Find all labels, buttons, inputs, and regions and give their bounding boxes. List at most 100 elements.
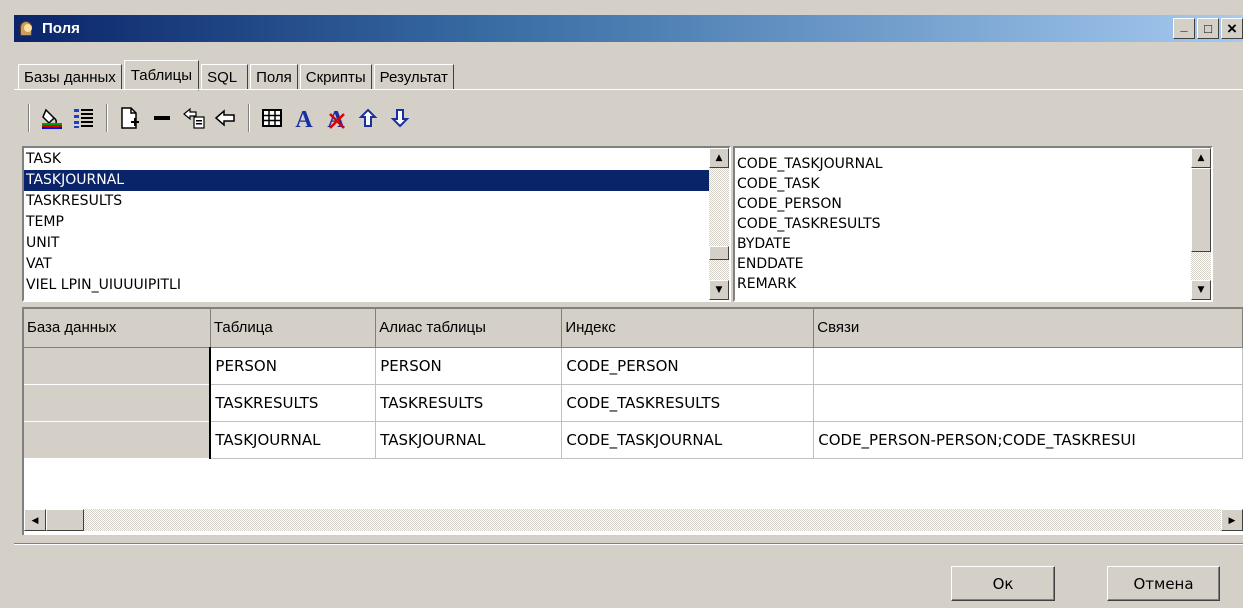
ok-label: Ок bbox=[992, 574, 1014, 593]
minimize-button[interactable]: _ bbox=[1173, 18, 1195, 39]
triangle-up-icon: ▲ bbox=[715, 153, 723, 163]
list-item[interactable]: TEMP bbox=[24, 212, 709, 233]
tab-fields[interactable]: Поля bbox=[250, 64, 298, 90]
table-cell[interactable]: PERSON bbox=[210, 347, 377, 385]
list-item[interactable]: VAT bbox=[24, 254, 709, 275]
move-down-button[interactable] bbox=[384, 102, 416, 134]
links-grid[interactable]: База данных Таблица Алиас таблицы Индекс… bbox=[22, 307, 1243, 535]
row-header-cell[interactable] bbox=[24, 420, 212, 459]
scroll-up-button[interactable]: ▲ bbox=[709, 148, 729, 168]
numbered-list-button[interactable] bbox=[68, 102, 100, 134]
grid-horizontal-scrollbar[interactable]: ◀ ▶ bbox=[24, 509, 1243, 531]
minimize-icon: _ bbox=[1180, 18, 1188, 33]
triangle-right-icon: ▶ bbox=[1228, 514, 1236, 525]
tab-databases[interactable]: Базы данных bbox=[18, 64, 122, 90]
column-header-links[interactable]: Связи bbox=[813, 309, 1243, 348]
table-row[interactable]: TASKRESULTS TASKRESULTS CODE_TASKRESULTS bbox=[24, 383, 1243, 422]
triangle-up-icon: ▲ bbox=[1197, 153, 1205, 163]
table-cell[interactable]: TASKJOURNAL bbox=[375, 421, 563, 459]
maximize-button[interactable]: □ bbox=[1197, 18, 1219, 39]
tab-sql[interactable]: SQL bbox=[201, 64, 249, 90]
tab-divider bbox=[14, 89, 1243, 90]
grid-button[interactable] bbox=[256, 102, 288, 134]
font-icon: A bbox=[295, 107, 313, 130]
paint-bucket-button[interactable] bbox=[36, 102, 68, 134]
button-panel: Ок Отмена bbox=[14, 543, 1243, 608]
tab-scripts[interactable]: Скрипты bbox=[299, 64, 372, 90]
list-item[interactable]: ENDDATE bbox=[735, 254, 1191, 274]
toolbar-separator bbox=[106, 104, 108, 132]
fields-list[interactable]: CODE_TASKJOURNAL CODE_TASK CODE_PERSON C… bbox=[733, 146, 1213, 302]
column-header-index[interactable]: Индекс bbox=[561, 309, 815, 348]
triangle-down-icon: ▼ bbox=[715, 285, 723, 295]
remove-icon bbox=[154, 116, 170, 120]
list-item[interactable]: CODE_TASKRESULTS bbox=[735, 214, 1191, 234]
tab-label: Скрипты bbox=[305, 68, 366, 86]
tab-result[interactable]: Результат bbox=[373, 64, 454, 90]
column-header-table-alias[interactable]: Алиас таблицы bbox=[375, 309, 563, 348]
add-link-button[interactable] bbox=[178, 102, 210, 134]
toolbar-separator bbox=[28, 104, 30, 132]
remove-font-button[interactable]: A bbox=[320, 102, 352, 134]
cancel-button[interactable]: Отмена bbox=[1107, 566, 1220, 601]
remove-button[interactable] bbox=[146, 102, 178, 134]
scroll-left-button[interactable]: ◀ bbox=[24, 509, 46, 531]
list-item[interactable]: CODE_TASK bbox=[735, 174, 1191, 194]
maximize-icon: □ bbox=[1204, 21, 1212, 36]
table-cell[interactable] bbox=[813, 347, 1243, 385]
close-icon: × bbox=[1227, 19, 1237, 38]
tab-tables[interactable]: Таблицы bbox=[123, 60, 200, 91]
move-up-button[interactable] bbox=[352, 102, 384, 134]
title-bar: Поля _ □ × bbox=[14, 15, 1243, 42]
scroll-down-button[interactable]: ▼ bbox=[709, 280, 729, 300]
list-item[interactable]: TASKRESULTS bbox=[24, 191, 709, 212]
table-cell[interactable]: CODE_PERSON-PERSON;CODE_TASKRESUI bbox=[813, 421, 1243, 459]
list-item[interactable]: TASK bbox=[24, 149, 709, 170]
scroll-thumb[interactable] bbox=[46, 509, 84, 531]
table-cell[interactable]: CODE_TASKRESULTS bbox=[561, 384, 815, 422]
scroll-thumb[interactable] bbox=[709, 246, 729, 260]
remove-link-icon bbox=[214, 109, 235, 127]
tables-list-scrollbar[interactable]: ▲ ▼ bbox=[709, 148, 729, 300]
list-item-selected[interactable]: TASKJOURNAL bbox=[24, 170, 709, 191]
list-item[interactable]: REMARK bbox=[735, 274, 1191, 294]
toolbar-separator bbox=[248, 104, 250, 132]
list-item[interactable]: CODE_TASKJOURNAL bbox=[735, 154, 1191, 174]
table-cell[interactable] bbox=[813, 384, 1243, 422]
fields-list-scrollbar[interactable]: ▲ ▼ bbox=[1191, 148, 1211, 300]
scroll-thumb[interactable] bbox=[1191, 168, 1211, 252]
table-cell[interactable]: TASKJOURNAL bbox=[210, 421, 377, 459]
tab-label: Таблицы bbox=[130, 67, 193, 84]
new-document-button[interactable] bbox=[114, 102, 146, 134]
list-item[interactable]: BYDATE bbox=[735, 234, 1191, 254]
app-icon bbox=[18, 20, 36, 38]
table-cell[interactable]: PERSON bbox=[375, 347, 563, 385]
close-button[interactable]: × bbox=[1221, 18, 1243, 39]
new-document-icon bbox=[121, 107, 139, 129]
grid-icon bbox=[262, 109, 282, 127]
table-cell[interactable]: TASKRESULTS bbox=[375, 384, 563, 422]
scroll-up-button[interactable]: ▲ bbox=[1191, 148, 1211, 168]
font-button[interactable]: A bbox=[288, 102, 320, 134]
row-header-cell[interactable] bbox=[24, 383, 212, 422]
scroll-down-button[interactable]: ▼ bbox=[1191, 280, 1211, 300]
window-title: Поля bbox=[42, 20, 80, 37]
table-row[interactable]: TASKJOURNAL TASKJOURNAL CODE_TASKJOURNAL… bbox=[24, 420, 1243, 459]
row-header-cell[interactable] bbox=[24, 346, 212, 385]
list-item[interactable]: CODE_PERSON bbox=[735, 194, 1191, 214]
remove-link-button[interactable] bbox=[210, 102, 242, 134]
tab-strip: Базы данных Таблицы SQL Поля Скрипты Рез… bbox=[18, 57, 456, 91]
table-cell[interactable]: TASKRESULTS bbox=[210, 384, 377, 422]
column-header-database[interactable]: База данных bbox=[24, 309, 211, 348]
table-row[interactable]: PERSON PERSON CODE_PERSON bbox=[24, 346, 1243, 385]
table-cell[interactable]: CODE_PERSON bbox=[561, 347, 815, 385]
tables-list[interactable]: TASK TASKJOURNAL TASKRESULTS TEMP UNIT V… bbox=[22, 146, 731, 302]
list-item[interactable]: VIEL LPIN_UIUUUIPITLI bbox=[24, 275, 709, 296]
ok-button[interactable]: Ок bbox=[951, 566, 1055, 601]
tab-label: Результат bbox=[379, 68, 448, 86]
arrow-down-icon bbox=[390, 109, 410, 128]
list-item[interactable]: UNIT bbox=[24, 233, 709, 254]
column-header-table[interactable]: Таблица bbox=[210, 309, 377, 348]
scroll-right-button[interactable]: ▶ bbox=[1221, 509, 1243, 531]
table-cell[interactable]: CODE_TASKJOURNAL bbox=[561, 421, 815, 459]
